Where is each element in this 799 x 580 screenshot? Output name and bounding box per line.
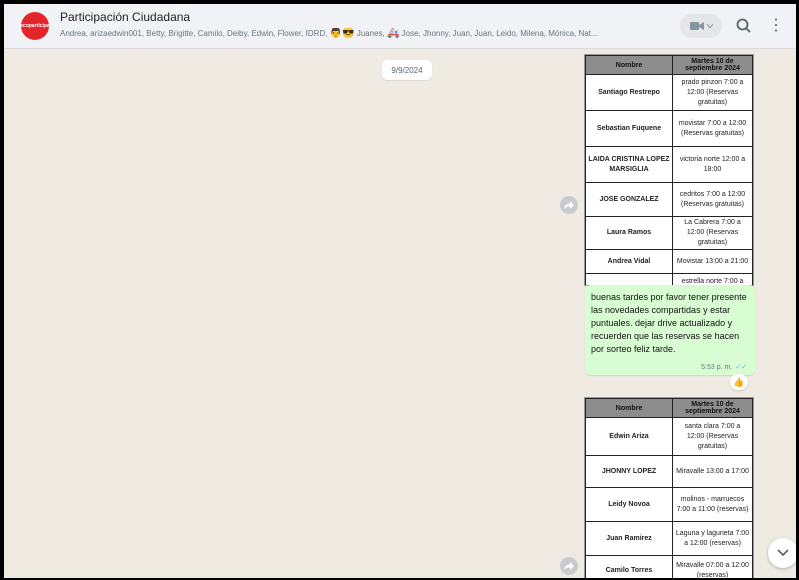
row-name: Juan Ramirez bbox=[585, 521, 673, 556]
message-meta: 5:53 p. m. ✓✓ bbox=[701, 363, 747, 371]
row-detail: Movistar 13:00 a 21:00 bbox=[672, 249, 753, 274]
members-emoji-2: 🚑 bbox=[386, 28, 400, 39]
row-detail: Miravalle 07:00 a 12:00 (reservas) bbox=[672, 555, 753, 578]
group-members: Andrea, arizaedwin001, Betty, Brigitte, … bbox=[60, 28, 670, 39]
read-ticks-icon: ✓✓ bbox=[735, 364, 747, 371]
video-call-icon bbox=[689, 22, 704, 30]
message-text: buenas tardes por favor tener presente l… bbox=[591, 292, 747, 354]
table-row: Laura Ramos La Cabrera 7:00 a 12:00 (Rese… bbox=[585, 216, 753, 250]
row-detail: La Cabrera 7:00 a 12:00 (Reservas gratui… bbox=[672, 216, 753, 250]
forward-button[interactable] bbox=[560, 196, 578, 214]
chat-header[interactable]: ecoparticipa Participación Ciudadana And… bbox=[4, 4, 796, 49]
members-text-3: Jose, Jhonny, Juan, Juan, Leido, Milena,… bbox=[399, 29, 598, 38]
table-row: Juan Ramirez Laguna y laguneta 7:00 a 12:… bbox=[585, 521, 753, 556]
schedule-image-1[interactable]: Nombre Martes 10 de septiembre 2024 Sant… bbox=[584, 54, 754, 286]
more-options-icon[interactable]: ⋮ bbox=[768, 16, 784, 36]
members-emoji-1: 👨😎 bbox=[329, 28, 355, 39]
table-row: LAIDA CRISTINA LOPEZ MARSIGLIA victoria n… bbox=[585, 146, 753, 183]
table-row: JHONNY LOPEZ Miravalle 13:00 a 17:00 bbox=[585, 455, 753, 488]
schedule-table-2: Nombre Martes 10 de septiembre 2024 Edwi… bbox=[585, 398, 753, 578]
row-detail: molinos - marruecos 7:00 a 11:00 (reserv… bbox=[672, 487, 753, 522]
members-text-2: Juanes, bbox=[354, 29, 387, 38]
reaction-badge[interactable]: 👍 bbox=[730, 374, 748, 390]
row-detail: cedritos 7:00 a 12:00 (Reservas gratuita… bbox=[672, 182, 753, 217]
row-detail: santa clara 7:00 a 12:00 (Reservas gratu… bbox=[672, 417, 753, 456]
search-icon bbox=[736, 18, 751, 33]
table-row: Edwin Ariza santa clara 7:00 a 12:00 (Res… bbox=[585, 417, 753, 456]
column-header-date: Martes 10 de septiembre 2024 bbox=[672, 398, 753, 418]
table-row: Leidy Novoa molinos - marruecos 7:00 a 11… bbox=[585, 487, 753, 522]
table-row: JOSE GONZALEZ cedritos 7:00 a 12:00 (Rese… bbox=[585, 182, 753, 217]
table-row: Andrea Vidal Movistar 13:00 a 21:00 bbox=[585, 249, 753, 274]
row-detail: Laguna y laguneta 7:00 a 12:00 (reservas… bbox=[672, 521, 753, 556]
date-divider: 9/9/2024 bbox=[382, 60, 432, 80]
column-header-name: Nombre bbox=[585, 398, 673, 418]
video-call-button[interactable] bbox=[680, 14, 722, 38]
row-detail: movistar 7:00 a 12:00 (Reservas gratuita… bbox=[672, 110, 753, 147]
table-row: Sebastian Fuquene movistar 7:00 a 12:00 (… bbox=[585, 110, 753, 147]
row-detail: victoria norte 12:00 a 18:00 bbox=[672, 146, 753, 183]
group-avatar[interactable]: ecoparticipa bbox=[20, 12, 50, 40]
schedule-table-1: Nombre Martes 10 de septiembre 2024 Sant… bbox=[585, 55, 753, 285]
chevron-down-icon bbox=[706, 24, 713, 28]
table-row: Santiago Restrepo prado pinzon 7:00 a 12:… bbox=[585, 74, 753, 111]
row-name: Leidy Novoa bbox=[585, 487, 673, 522]
search-button[interactable] bbox=[732, 14, 756, 38]
row-name: JOSE GONZALEZ bbox=[585, 182, 673, 217]
row-name: Andrea Vidal bbox=[585, 249, 673, 274]
forward-icon bbox=[564, 201, 574, 209]
row-name: Santiago Restrepo bbox=[585, 74, 673, 111]
row-name: JHONNY LOPEZ bbox=[585, 455, 673, 488]
table-header-row: Nombre Martes 10 de septiembre 2024 bbox=[585, 398, 753, 418]
scroll-to-bottom-button[interactable] bbox=[768, 538, 796, 568]
row-name: Edwin Ariza bbox=[585, 417, 673, 456]
outgoing-message[interactable]: buenas tardes por favor tener presente l… bbox=[585, 285, 755, 375]
chat-window: ecoparticipa Participación Ciudadana And… bbox=[4, 4, 796, 578]
forward-button[interactable] bbox=[560, 557, 578, 575]
table-header-row: Nombre Martes 10 de septiembre 2024 bbox=[585, 55, 753, 75]
chevron-down-icon bbox=[777, 549, 789, 557]
row-name: LAIDA CRISTINA LOPEZ MARSIGLIA bbox=[585, 146, 673, 183]
column-header-name: Nombre bbox=[585, 55, 673, 75]
row-detail: Miravalle 13:00 a 17:00 bbox=[672, 455, 753, 488]
message-time: 5:53 p. m. bbox=[701, 364, 733, 371]
group-title[interactable]: Participación Ciudadana bbox=[60, 10, 190, 24]
schedule-image-2[interactable]: Nombre Martes 10 de septiembre 2024 Edwi… bbox=[584, 397, 754, 578]
forward-icon bbox=[564, 562, 574, 570]
column-header-date: Martes 10 de septiembre 2024 bbox=[672, 55, 753, 75]
row-detail: prado pinzon 7:00 a 12:00 (Reservas grat… bbox=[672, 74, 753, 111]
table-row: Camilo Torres Miravalle 07:00 a 12:00 (re… bbox=[585, 555, 753, 578]
row-name: Sebastian Fuquene bbox=[585, 110, 673, 147]
row-name: Camilo Torres bbox=[585, 555, 673, 578]
members-text-1: Andrea, arizaedwin001, Betty, Brigitte, … bbox=[60, 29, 330, 38]
row-name: Laura Ramos bbox=[585, 216, 673, 250]
